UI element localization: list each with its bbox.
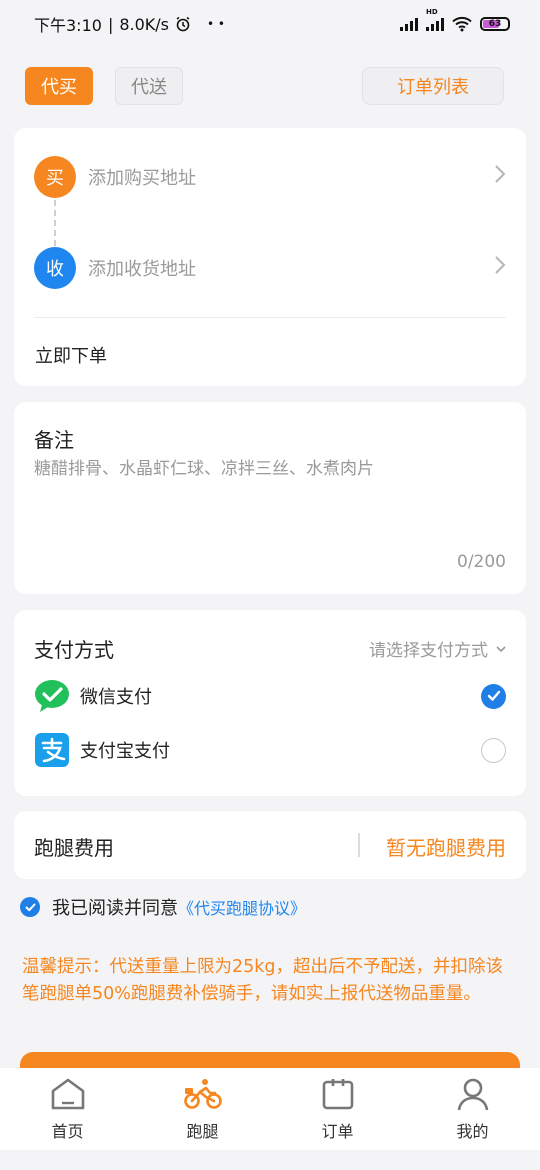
fee-separator xyxy=(358,833,360,857)
chevron-right-icon xyxy=(494,255,506,281)
payment-method-select[interactable]: 请选择支付方式 xyxy=(369,636,506,661)
status-left: 下午3:10 | 8.0K/s • • xyxy=(34,12,225,36)
wechat-pay-label: 微信支付 xyxy=(80,687,152,708)
warm-tip: 温馨提示：代送重量上限为25kg，超出后不予配送，并扣除该笔跑腿单50%跑腿费补… xyxy=(22,957,504,1004)
hd-label: HD xyxy=(426,8,438,16)
status-dots: • • xyxy=(207,17,225,31)
agreement-row: 我已阅读并同意 《代买跑腿协议》 xyxy=(20,894,306,920)
payment-title: 支付方式 xyxy=(34,638,114,662)
nav-home-label: 首页 xyxy=(51,1122,84,1141)
home-icon xyxy=(48,1076,88,1112)
signal-hd-icon: HD xyxy=(426,8,444,31)
payment-select-placeholder: 请选择支付方式 xyxy=(369,641,488,661)
tab-deliver[interactable]: 代送 xyxy=(115,67,183,105)
agreement-checkbox[interactable] xyxy=(20,897,40,917)
order-now-link[interactable]: 立即下单 xyxy=(35,342,107,368)
nav-profile-label: 我的 xyxy=(456,1122,489,1141)
wifi-icon xyxy=(452,16,472,32)
buy-address-row[interactable]: 买 添加购买地址 xyxy=(34,155,506,199)
bike-icon xyxy=(183,1076,223,1112)
nav-errand[interactable]: 跑腿 xyxy=(135,1068,270,1150)
note-char-count: 0/200 xyxy=(457,552,506,572)
fee-card: 跑腿费用 暂无跑腿费用 xyxy=(14,811,526,879)
agreement-link[interactable]: 《代买跑腿协议》 xyxy=(178,895,306,919)
divider xyxy=(34,317,506,318)
nav-orders[interactable]: 订单 xyxy=(270,1068,405,1150)
note-title: 备注 xyxy=(34,428,74,452)
buy-badge: 买 xyxy=(34,156,76,198)
nav-orders-label: 订单 xyxy=(321,1122,354,1141)
wechat-pay-icon xyxy=(34,678,70,714)
nav-home[interactable]: 首页 xyxy=(0,1068,135,1150)
address-connector-line xyxy=(54,200,56,246)
payment-option-wechat[interactable]: 微信支付 xyxy=(34,678,506,714)
wechat-pay-radio[interactable] xyxy=(481,683,506,709)
buy-address-placeholder: 添加购买地址 xyxy=(88,168,196,189)
alipay-radio[interactable] xyxy=(481,737,506,763)
receive-address-placeholder: 添加收货地址 xyxy=(88,259,196,280)
nav-profile[interactable]: 我的 xyxy=(405,1068,540,1150)
order-list-button[interactable]: 订单列表 xyxy=(362,67,504,105)
status-net-speed: 8.0K/s xyxy=(119,14,169,34)
fee-title: 跑腿费用 xyxy=(34,836,114,860)
payment-card: 支付方式 请选择支付方式 微信支付 支付宝支付 xyxy=(14,610,526,796)
nav-errand-label: 跑腿 xyxy=(186,1122,219,1141)
battery-icon: 63 xyxy=(480,17,510,31)
status-time: 下午3:10 xyxy=(34,16,102,35)
status-right: HD 63 xyxy=(400,8,510,32)
alarm-icon xyxy=(175,16,191,32)
chevron-right-icon xyxy=(494,164,506,190)
top-tabs: 代买 代送 订单列表 xyxy=(25,67,504,105)
status-bar: 下午3:10 | 8.0K/s • • HD 63 xyxy=(0,0,540,48)
signal-icon xyxy=(400,17,418,31)
address-card: 买 添加购买地址 收 添加收货地址 立即下单 xyxy=(14,128,526,386)
alipay-icon xyxy=(34,732,70,768)
tab-buy[interactable]: 代买 xyxy=(25,67,93,105)
receive-address-row[interactable]: 收 添加收货地址 xyxy=(34,246,506,290)
alipay-label: 支付宝支付 xyxy=(80,741,170,762)
fee-value: 暂无跑腿费用 xyxy=(386,836,506,860)
receive-badge: 收 xyxy=(34,247,76,289)
order-icon xyxy=(318,1076,358,1112)
status-separator: | xyxy=(107,14,114,34)
chevron-down-icon xyxy=(496,645,506,653)
agreement-text: 我已阅读并同意 xyxy=(52,898,178,919)
payment-option-alipay[interactable]: 支付宝支付 xyxy=(34,732,506,768)
note-card[interactable]: 备注 糖醋排骨、水晶虾仁球、凉拌三丝、水煮肉片 0/200 xyxy=(14,402,526,594)
battery-level: 63 xyxy=(488,19,502,29)
note-input[interactable]: 糖醋排骨、水晶虾仁球、凉拌三丝、水煮肉片 xyxy=(34,454,374,479)
system-nav-area xyxy=(0,1150,540,1170)
profile-icon xyxy=(453,1076,493,1112)
bottom-tab-bar: 首页 跑腿 订单 我的 xyxy=(0,1068,540,1150)
